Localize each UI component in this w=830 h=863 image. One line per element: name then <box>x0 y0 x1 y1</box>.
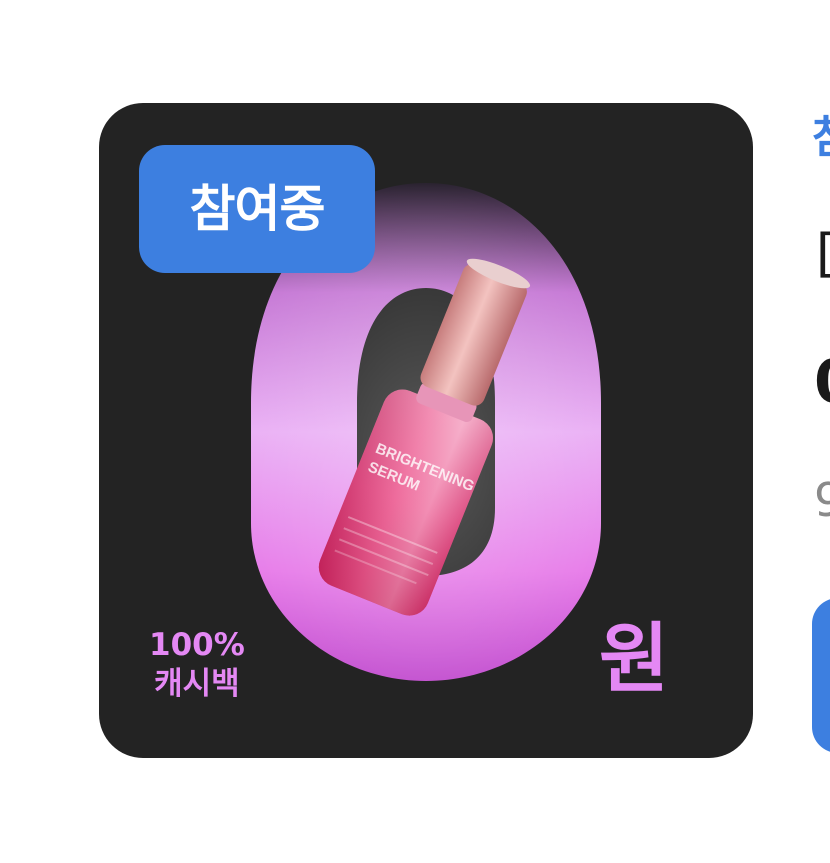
participating-badge: 참여중 <box>139 145 375 273</box>
page: BRIGHTENING SERUM 참여중 100% 캐시백 원 참 [ 0 9 <box>0 0 830 863</box>
cashback-text: 캐시백 <box>154 666 240 702</box>
status-label: 참 <box>812 108 830 168</box>
product-title[interactable]: [ <box>816 222 830 286</box>
product-info-column: 참 [ 0 9 <box>812 0 830 863</box>
price-unit: 원 <box>599 614 669 703</box>
cashback-label: 100% 캐시백 <box>149 626 245 704</box>
action-button[interactable] <box>812 598 830 753</box>
cashback-percent: 100% <box>149 627 245 663</box>
product-card[interactable]: BRIGHTENING SERUM 참여중 100% 캐시백 원 <box>99 103 753 758</box>
product-subtext: 9 <box>814 473 830 527</box>
product-price: 0 <box>814 342 830 422</box>
